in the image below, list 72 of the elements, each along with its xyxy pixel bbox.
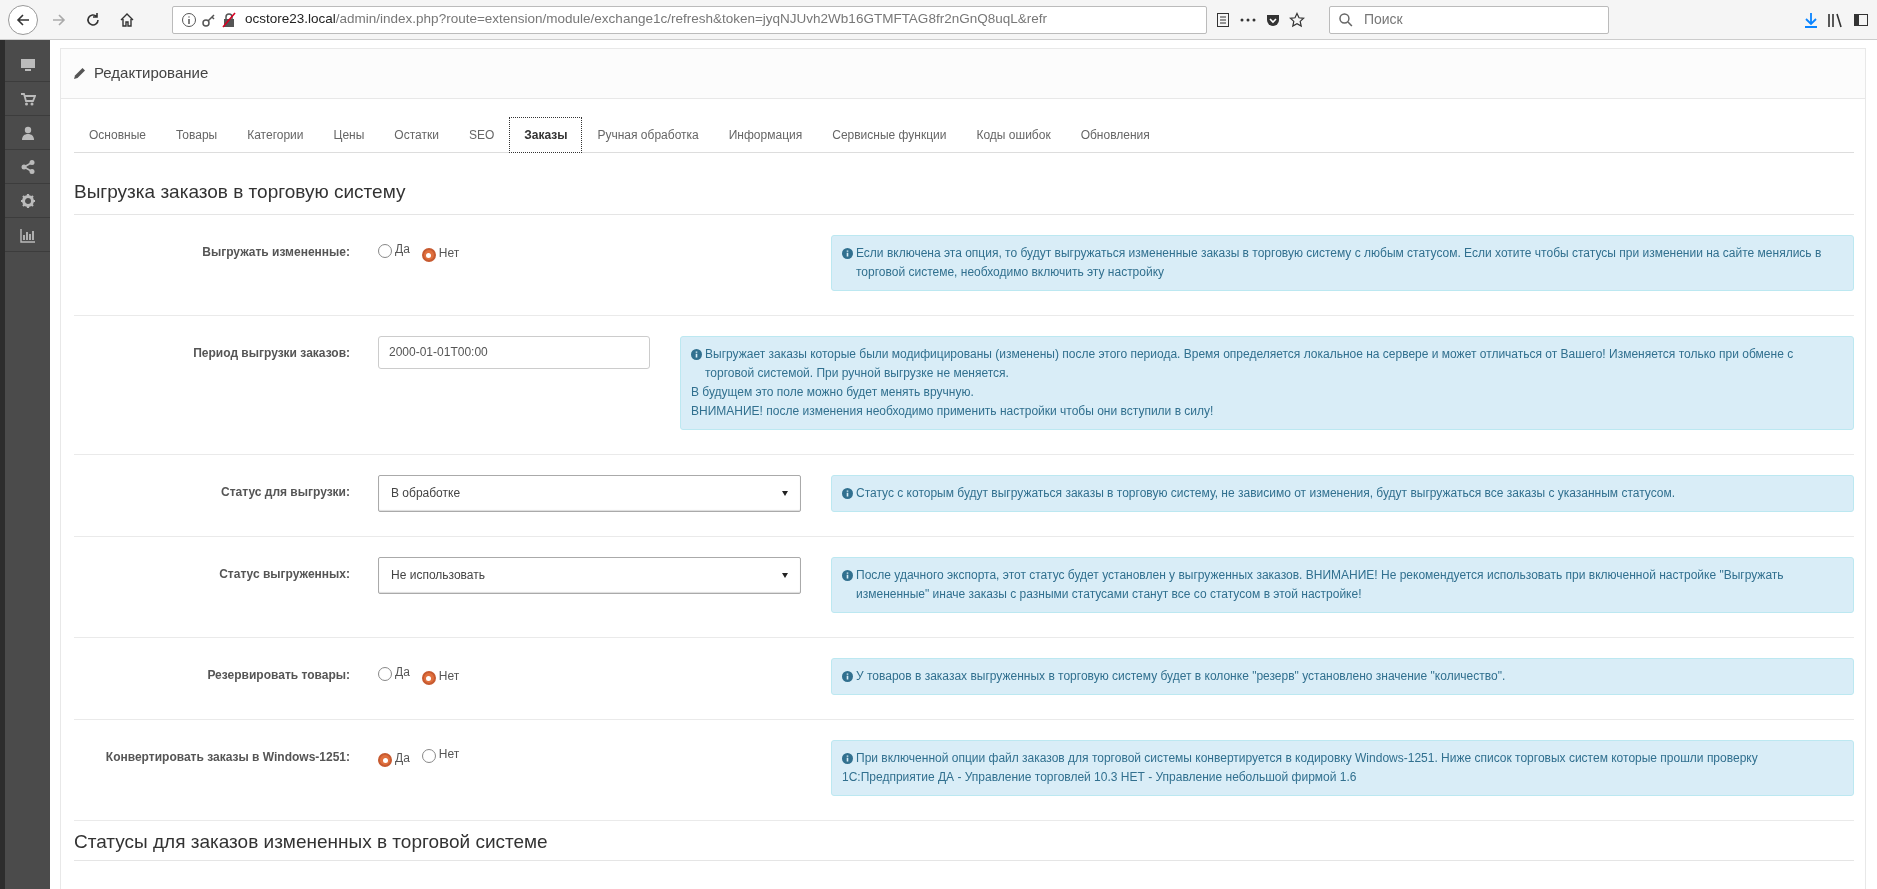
- radio-option[interactable]: Да: [378, 234, 416, 259]
- info-circle-icon: [691, 348, 702, 360]
- info-text: ВНИМАНИЕ! после изменения необходимо применить настройки чтобы они вступили в силу!: [691, 402, 1214, 420]
- field-label: Статус выгруженных:: [218, 565, 350, 583]
- home-icon: [119, 11, 135, 28]
- forward-arrow-icon: [51, 11, 67, 28]
- reader-view-icon[interactable]: [1215, 11, 1231, 28]
- tab[interactable]: Коды ошибок: [961, 117, 1066, 153]
- section-heading: Выгрузка заказов в торговую систему: [74, 153, 1854, 215]
- search-icon: [1338, 11, 1354, 28]
- info-text: У товаров в заказах выгруженных в торговую систему будет в колонке "резерв" установлено значение "количество".: [856, 667, 1506, 685]
- share-icon[interactable]: [19, 158, 36, 175]
- field-label: Резервировать товары:: [206, 666, 350, 684]
- user-icon[interactable]: [19, 124, 36, 141]
- monitor-icon[interactable]: [19, 56, 36, 73]
- info-circle-icon: [842, 752, 853, 764]
- info-text: Статус с которым будут выгружаться заказы в торговую систему, не зависимо от изменения, будут выгружаться все заказы с указанным статусом.: [856, 484, 1676, 502]
- star-icon[interactable]: [1289, 11, 1305, 28]
- select-dropdown[interactable]: Не использовать: [378, 556, 801, 594]
- date-input-field[interactable]: 2000-01-01T00:00: [378, 335, 650, 369]
- library-icon[interactable]: [1827, 11, 1845, 28]
- info-text: Если включена эта опция, то будут выгружаться измененные заказы в торговую систему с любым статусом. Если хотите чтобы статусы при изменении на сайте менялись в торговой системе, необходимо включить эту настройку: [856, 244, 1823, 281]
- info-circle-icon: [842, 569, 853, 581]
- bar-chart-icon[interactable]: [19, 226, 36, 243]
- back-arrow-icon: [15, 11, 31, 28]
- tab[interactable]: Ручная обработка: [582, 117, 714, 153]
- field-label: Статус для выгрузки:: [220, 483, 350, 501]
- url-text: ocstore23.local/admin/index.php?route=extension/module/exchange1c/refresh&token=jyqNJUvh2Wb16GTMFTAG8fr2nGnQ8uqL&refr: [245, 10, 1047, 29]
- radio-option[interactable]: Да: [378, 744, 416, 769]
- gear-icon[interactable]: [19, 192, 36, 209]
- tab[interactable]: Категории: [232, 117, 319, 153]
- section-heading: Статусы для заказов измененных в торговой системе: [74, 820, 1854, 861]
- download-icon[interactable]: [1803, 11, 1819, 28]
- field-label: Период выгрузки заказов:: [192, 344, 350, 362]
- radio-option[interactable]: Да: [378, 657, 416, 682]
- address-field[interactable]: ocstore23.local/admin/index.php?route=extension/module/exchange1c/refresh&token=jyqNJUvh2Wb16GTMFTAG8fr2nGnQ8uqL&refr: [172, 5, 1207, 34]
- info-text: 1С:Предприятие ДА - Управление торговлей 10.3 НЕТ - Управление небольшой фирмой 1.6: [842, 768, 1357, 786]
- key-icon: [201, 11, 217, 28]
- radio-option[interactable]: Нет: [421, 662, 466, 687]
- field-label: Выгружать измененные:: [201, 243, 350, 261]
- info-circle-icon: [842, 487, 853, 499]
- radio-option[interactable]: Нет: [421, 739, 466, 764]
- tab[interactable]: Сервисные функции: [817, 117, 962, 153]
- back-button[interactable]: [8, 4, 38, 35]
- sidebar-icon[interactable]: [1853, 11, 1869, 28]
- search-box[interactable]: Поиск: [1329, 5, 1609, 34]
- cart-icon[interactable]: [19, 90, 36, 107]
- tab[interactable]: Основные: [74, 117, 161, 153]
- info-text: После удачного экспорта, этот статус будет установлен у выгруженных заказов. ВНИМАНИЕ! Не рекомендуется использовать при включенной настройке "Выгружать измененные" иначе заказы с разными статусами станут все со статусом в этой настройке!: [856, 566, 1785, 603]
- tab[interactable]: SEO: [453, 117, 510, 153]
- reload-icon: [85, 11, 101, 28]
- info-text: При включенной опции файл заказов для торговой системы конвертируется в кодировку Windows-1251. Ниже список торговых систем которые прошли проверку: [856, 749, 1758, 767]
- info-text: В будущем это поле можно будет менять вручную.: [691, 383, 974, 401]
- radio-option[interactable]: Нет: [421, 239, 466, 264]
- crossed-lock-icon: [221, 11, 237, 28]
- tab[interactable]: Обновления: [1065, 117, 1165, 153]
- tab[interactable]: Остатки: [379, 117, 454, 153]
- tab[interactable]: Цены: [318, 117, 380, 153]
- tab[interactable]: Заказы: [509, 117, 583, 153]
- info-circle-icon: [842, 247, 853, 259]
- tab[interactable]: Товары: [160, 117, 233, 153]
- field-label: Конвертировать заказы в Windows-1251:: [104, 748, 350, 766]
- tab[interactable]: Информация: [713, 117, 818, 153]
- dropdown-caret-icon: [782, 572, 788, 578]
- search-field[interactable]: Поиск: [1361, 8, 1600, 31]
- select-dropdown[interactable]: В обработке: [378, 474, 801, 512]
- info-icon: [181, 11, 197, 28]
- info-circle-icon: [842, 670, 853, 682]
- info-text: Выгружает заказы которые были модифицированы (изменены) после этого периода. Время определяется локальное на сервере и может отличаться от Вашего! Изменяется только при обмене с торговой системой. При ручной выгрузке не меняется.: [705, 345, 1795, 382]
- pencil-icon: [73, 67, 86, 80]
- dropdown-caret-icon: [782, 490, 788, 496]
- panel-title: Редактирование: [94, 63, 209, 84]
